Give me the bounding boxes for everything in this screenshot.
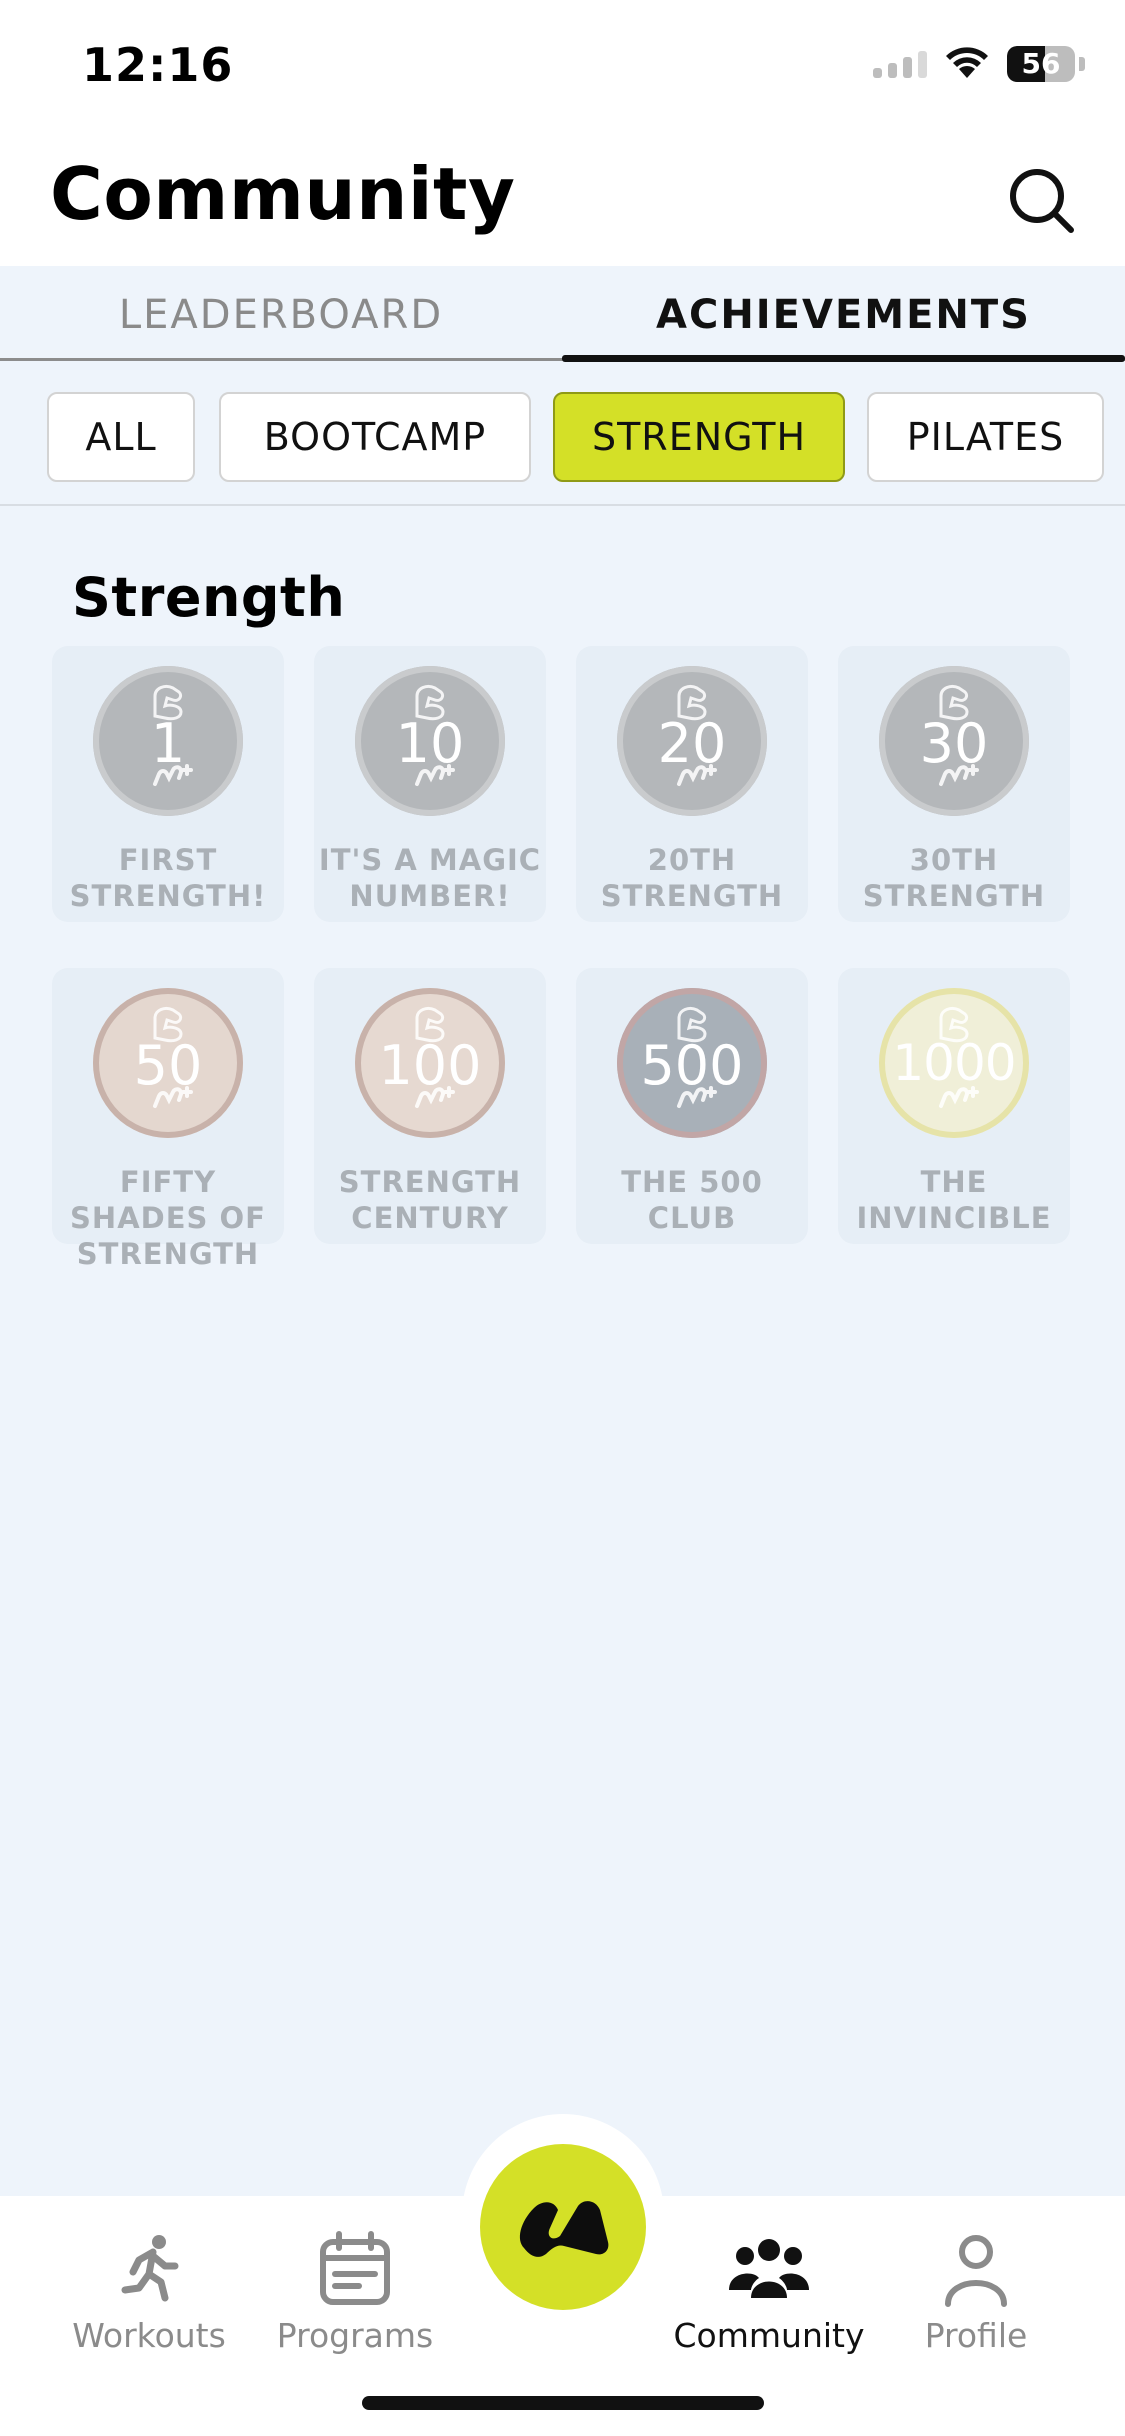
nav-programs-label: Programs [276, 2316, 434, 2355]
tab-achievements[interactable]: ACHIEVEMENTS [562, 292, 1125, 338]
nav-profile[interactable]: Profile [876, 2230, 1076, 2355]
filter-chip-pilates[interactable]: PILATES [867, 392, 1104, 482]
tab-bar: LEADERBOARD ACHIEVEMENTS [0, 266, 1125, 364]
people-group-icon [729, 2230, 809, 2310]
filter-divider [0, 504, 1125, 506]
achievement-count: 1 [150, 712, 186, 775]
status-bar: 12:16 56 [0, 0, 1125, 140]
search-icon [1010, 169, 1074, 233]
calendar-icon [315, 2230, 395, 2310]
nav-workouts-label: Workouts [72, 2316, 226, 2355]
battery-icon: 56 [1007, 46, 1075, 82]
tab-leaderboard[interactable]: LEADERBOARD [0, 292, 562, 338]
achievement-count: 500 [640, 1034, 744, 1097]
achievement-label: THE 500 CLUB [621, 1165, 763, 1235]
home-indicator [362, 2396, 764, 2410]
nav-community[interactable]: Community [669, 2230, 869, 2355]
battery-tip [1079, 57, 1085, 71]
achievement-medal: 30 [879, 666, 1029, 816]
achievement-card[interactable]: 1000 THE INVINCIBLE [838, 968, 1070, 1244]
nav-programs[interactable]: Programs [255, 2230, 455, 2355]
achievement-label: FIRST STRENGTH! [69, 843, 267, 913]
achievement-card[interactable]: 100 STRENGTH CENTURY [314, 968, 546, 1244]
achievement-count: 1000 [892, 1034, 1016, 1092]
achievement-card[interactable]: 30 30TH STRENGTH [838, 646, 1070, 922]
achievement-card[interactable]: 20 20TH STRENGTH [576, 646, 808, 922]
cellular-signal-icon [873, 50, 927, 78]
filter-chip-strength[interactable]: STRENGTH [553, 392, 845, 482]
achievement-count: 20 [657, 712, 727, 775]
page-title: Community [50, 152, 516, 236]
achievement-count: 30 [919, 712, 989, 775]
nav-community-label: Community [673, 2316, 865, 2355]
battery-percent: 56 [1021, 47, 1061, 80]
achievement-label: 20TH STRENGTH [600, 843, 784, 913]
wifi-icon [946, 47, 988, 78]
nav-profile-label: Profile [924, 2316, 1028, 2355]
achievement-label: STRENGTH CENTURY [338, 1165, 522, 1235]
running-person-icon [109, 2230, 189, 2310]
status-icons: 56 [873, 46, 1085, 82]
person-icon [936, 2230, 1016, 2310]
filter-chips: ALL BOOTCAMP STRENGTH PILATES [0, 384, 1125, 504]
achievement-card[interactable]: 10 IT'S A MAGIC NUMBER! [314, 646, 546, 922]
section-title: Strength [72, 566, 346, 629]
achievement-count: 10 [395, 712, 465, 775]
filter-chip-bootcamp[interactable]: BOOTCAMP [219, 392, 531, 482]
filter-chip-all[interactable]: ALL [47, 392, 195, 482]
achievement-card[interactable]: 1 FIRST STRENGTH! [52, 646, 284, 922]
achievement-medal: 50 [93, 988, 243, 1138]
tab-active-indicator [562, 355, 1125, 362]
achievement-medal: 1 [93, 666, 243, 816]
home-logo-button[interactable] [480, 2144, 646, 2310]
achievement-label: IT'S A MAGIC NUMBER! [318, 843, 542, 913]
achievement-card[interactable]: 50 FIFTY SHADES OF STRENGTH [52, 968, 284, 1271]
content-area: LEADERBOARD ACHIEVEMENTS ALL BOOTCAMP ST… [0, 266, 1125, 2196]
achievement-medal: 1000 [879, 988, 1029, 1138]
achievement-medal: 20 [617, 666, 767, 816]
status-time: 12:16 [82, 38, 234, 92]
achievement-label: THE INVINCIBLE [856, 1165, 1052, 1235]
achievement-card[interactable]: 500 THE 500 CLUB [576, 968, 808, 1244]
achievement-count: 50 [133, 1034, 203, 1097]
achievement-medal: 100 [355, 988, 505, 1138]
achievement-medal: 10 [355, 666, 505, 816]
achievement-label: FIFTY SHADES OF STRENGTH [70, 1165, 266, 1271]
achievement-count: 100 [378, 1034, 482, 1097]
search-button[interactable] [1005, 164, 1077, 236]
nav-workouts[interactable]: Workouts [49, 2230, 249, 2355]
app-logo-icon [519, 2201, 609, 2257]
page-header: Community [0, 140, 1125, 266]
achievement-medal: 500 [617, 988, 767, 1138]
achievement-label: 30TH STRENGTH [862, 843, 1046, 913]
